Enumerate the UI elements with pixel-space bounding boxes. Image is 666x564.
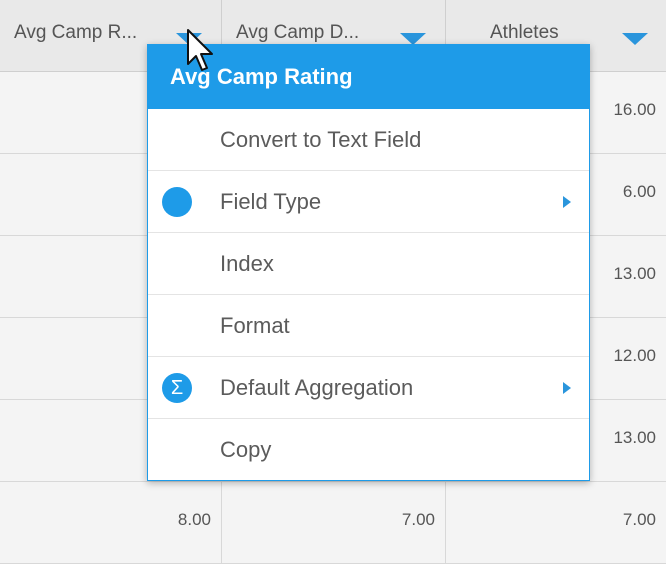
circle-icon	[162, 187, 192, 217]
sort-dropdown-icon[interactable]	[622, 33, 648, 45]
cell-value: 13.00	[613, 428, 656, 447]
menu-item-field-type[interactable]: Field Type	[148, 171, 589, 233]
cell-value: 7.00	[401, 510, 435, 529]
table-row: 8.00 7.00 7.00	[0, 482, 666, 564]
sigma-icon: Σ	[162, 373, 192, 403]
cell-value: 13.00	[613, 264, 656, 283]
column-header-label: Avg Camp R...	[14, 22, 138, 43]
menu-item-label: Copy	[220, 437, 272, 462]
submenu-arrow-icon	[563, 196, 571, 208]
cell-value: 16.00	[613, 100, 656, 119]
menu-item-label: Default Aggregation	[220, 375, 414, 400]
submenu-arrow-icon	[563, 382, 571, 394]
column-header-label: Athletes	[490, 22, 559, 43]
table-cell: 7.00	[222, 482, 446, 564]
cell-value: 12.00	[613, 346, 656, 365]
menu-item-label: Convert to Text Field	[220, 127, 422, 152]
cell-value: 7.00	[622, 510, 656, 529]
screen: Avg Camp R... Avg Camp D... Athletes 16.…	[0, 0, 666, 564]
column-context-menu: Avg Camp Rating Convert to Text Field Fi…	[147, 44, 590, 481]
table-cell: 7.00	[446, 482, 666, 564]
menu-item-format[interactable]: Format	[148, 295, 589, 357]
column-header-label: Avg Camp D...	[236, 22, 360, 43]
menu-item-label: Index	[220, 251, 274, 276]
cell-value: 8.00	[177, 510, 211, 529]
menu-item-default-aggregation[interactable]: Σ Default Aggregation	[148, 357, 589, 419]
menu-item-label: Field Type	[220, 189, 322, 214]
table-cell: 8.00	[0, 482, 222, 564]
mouse-pointer-icon	[187, 29, 213, 71]
menu-item-index[interactable]: Index	[148, 233, 589, 295]
menu-item-convert-to-text-field[interactable]: Convert to Text Field	[148, 109, 589, 171]
menu-item-label: Format	[220, 313, 290, 338]
cell-value: 6.00	[622, 182, 656, 201]
menu-item-copy[interactable]: Copy	[148, 419, 589, 481]
